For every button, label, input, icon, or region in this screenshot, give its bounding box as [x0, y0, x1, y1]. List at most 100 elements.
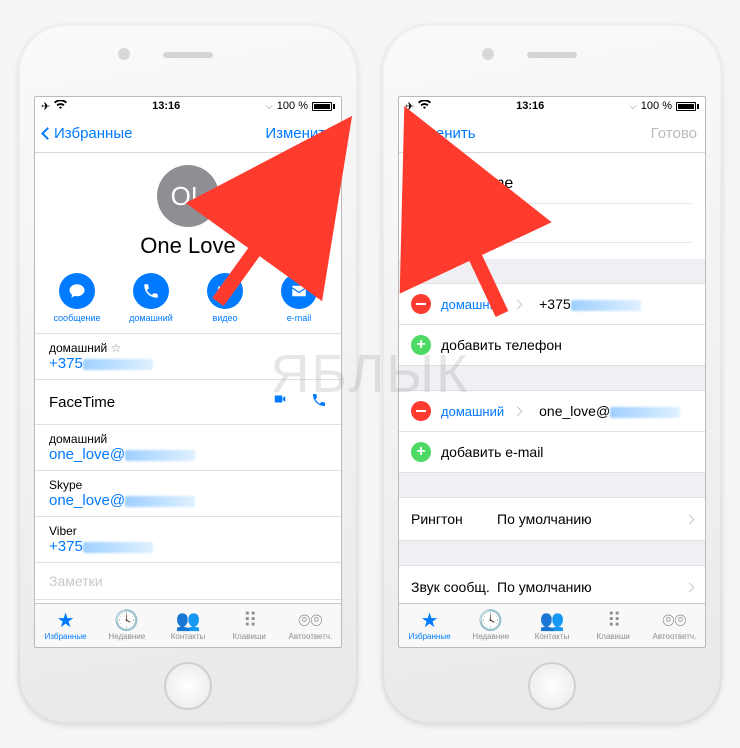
tab-label: Клавиши — [233, 632, 266, 641]
star-icon: ★ — [57, 611, 75, 631]
video-action[interactable]: видео — [197, 273, 253, 323]
nav-bar: Отменить Готово — [399, 115, 705, 153]
skype-row[interactable]: Skype one_love@ — [35, 470, 341, 516]
tab-bar: ★Избранные 🕓Недавние 👥Контакты ⠿Клавиши … — [35, 603, 341, 647]
email-row[interactable]: домашний one_love@ — [399, 390, 705, 432]
keypad-icon: ⠿ — [243, 611, 256, 631]
message-action[interactable]: сообщение — [49, 273, 105, 323]
chevron-right-icon — [685, 514, 695, 524]
tab-label: Клавиши — [597, 632, 630, 641]
call-label: домашний — [129, 313, 173, 323]
add-phone-label: добавить телефон — [441, 337, 562, 353]
remove-email-icon[interactable] — [411, 401, 431, 421]
first-name-field[interactable]: One — [483, 165, 691, 204]
company-field[interactable] — [483, 243, 691, 259]
facetime-row[interactable]: FaceTime — [35, 379, 341, 424]
battery-icon — [312, 102, 335, 111]
phone-row[interactable]: домашний +375 — [399, 283, 705, 325]
tab-contacts[interactable]: 👥Контакты — [521, 604, 582, 647]
tab-bar: ★Избранные 🕓Недавние 👥Контакты ⠿Клавиши … — [399, 603, 705, 647]
remove-phone-icon[interactable] — [411, 294, 431, 314]
tab-recents[interactable]: 🕓Недавние — [460, 604, 521, 647]
redacted — [83, 542, 153, 553]
tab-keypad[interactable]: ⠿Клавиши — [219, 604, 280, 647]
contact-name: One Love — [35, 233, 341, 259]
facetime-label: FaceTime — [49, 394, 115, 411]
viber-label: Viber — [49, 524, 327, 538]
edit-contact-view: фото One Love домашний +375 доб — [399, 153, 705, 603]
voicemail-icon: ⌾⌾ — [298, 611, 322, 631]
screen-right: ✈︎ 13:16 ⌵ 100 % Отменить Готово фото — [398, 96, 706, 648]
texttone-value: По умолчанию — [497, 579, 686, 595]
chevron-right-icon — [513, 406, 523, 416]
home-phone-row[interactable]: домашний ☆ +375 — [35, 333, 341, 379]
clock-icon: 🕓 — [478, 611, 503, 631]
home-email-value: one_love@ — [49, 446, 125, 463]
email-type-label[interactable]: домашний — [441, 404, 504, 419]
video-label: видео — [212, 313, 237, 323]
tab-label: Избранные — [45, 632, 87, 641]
facetime-audio-icon[interactable] — [311, 392, 327, 412]
status-time: 13:16 — [152, 100, 180, 112]
tab-favorites[interactable]: ★Избранные — [35, 604, 96, 647]
tab-voicemail[interactable]: ⌾⌾Автоответч. — [644, 604, 705, 647]
star-icon: ★ — [421, 611, 439, 631]
ringtone-value: По умолчанию — [497, 511, 686, 527]
add-email-icon[interactable] — [411, 442, 431, 462]
text-tone-row[interactable]: Звук сообщ. По умолчанию — [399, 565, 705, 603]
add-phone-icon[interactable] — [411, 335, 431, 355]
edit-button[interactable]: Изменить — [265, 125, 333, 142]
airplane-icon: ✈︎ — [405, 100, 414, 113]
email-label: e-mail — [287, 313, 312, 323]
status-bar: ✈︎ 13:16 ⌵ 100 % — [399, 97, 705, 115]
done-button[interactable]: Готово — [651, 125, 697, 142]
email-action[interactable]: e-mail — [271, 273, 327, 323]
keypad-icon: ⠿ — [607, 611, 620, 631]
last-name-field[interactable]: Love — [483, 204, 691, 243]
viber-row[interactable]: Viber +375 — [35, 516, 341, 562]
back-button[interactable]: Избранные — [43, 125, 132, 142]
contact-view: OL One Love сообщение домашний видео — [35, 153, 341, 603]
tab-keypad[interactable]: ⠿Клавиши — [583, 604, 644, 647]
chevron-right-icon — [513, 299, 523, 309]
done-label: Готово — [651, 125, 697, 142]
contact-avatar[interactable]: OL — [157, 165, 219, 227]
airplane-icon: ✈︎ — [41, 100, 50, 113]
email-value[interactable]: one_love@ — [539, 403, 610, 419]
tab-favorites[interactable]: ★Избранные — [399, 604, 460, 647]
wifi-icon — [418, 100, 431, 113]
send-message-row[interactable]: Отправить сообщение — [35, 599, 341, 603]
tab-label: Недавние — [108, 632, 145, 641]
tab-label: Избранные — [409, 632, 451, 641]
facetime-video-icon[interactable] — [271, 392, 289, 412]
contacts-icon: 👥 — [540, 611, 565, 631]
status-bar: ✈︎ 13:16 ⌵ 100 % — [35, 97, 341, 115]
edit-label: Изменить — [265, 125, 333, 142]
tab-voicemail[interactable]: ⌾⌾Автоответч. — [280, 604, 341, 647]
tab-recents[interactable]: 🕓Недавние — [96, 604, 157, 647]
notes-row[interactable]: Заметки — [35, 562, 341, 599]
home-button[interactable] — [164, 662, 212, 710]
bluetooth-icon: ⌵ — [265, 101, 273, 112]
add-email-label: добавить e-mail — [441, 444, 543, 460]
home-phone-label: домашний — [49, 341, 107, 355]
tab-contacts[interactable]: 👥Контакты — [157, 604, 218, 647]
redacted — [83, 359, 153, 370]
add-phone-row[interactable]: добавить телефон — [399, 325, 705, 366]
phone-type-label[interactable]: домашний — [441, 297, 504, 312]
voicemail-icon: ⌾⌾ — [662, 611, 686, 631]
add-photo-button[interactable]: фото — [413, 165, 469, 221]
home-button[interactable] — [528, 662, 576, 710]
battery-icon — [676, 102, 699, 111]
bluetooth-icon: ⌵ — [629, 101, 637, 112]
home-email-row[interactable]: домашний one_love@ — [35, 424, 341, 470]
ringtone-row[interactable]: Рингтон По умолчанию — [399, 497, 705, 541]
call-action[interactable]: домашний — [123, 273, 179, 323]
phone-right: ✈︎ 13:16 ⌵ 100 % Отменить Готово фото — [382, 24, 722, 724]
add-email-row[interactable]: добавить e-mail — [399, 432, 705, 473]
chevron-left-icon — [41, 127, 54, 140]
status-time: 13:16 — [516, 100, 544, 112]
cancel-button[interactable]: Отменить — [407, 125, 476, 142]
tab-label: Автоответч. — [289, 632, 333, 641]
phone-value[interactable]: +375 — [539, 296, 571, 312]
